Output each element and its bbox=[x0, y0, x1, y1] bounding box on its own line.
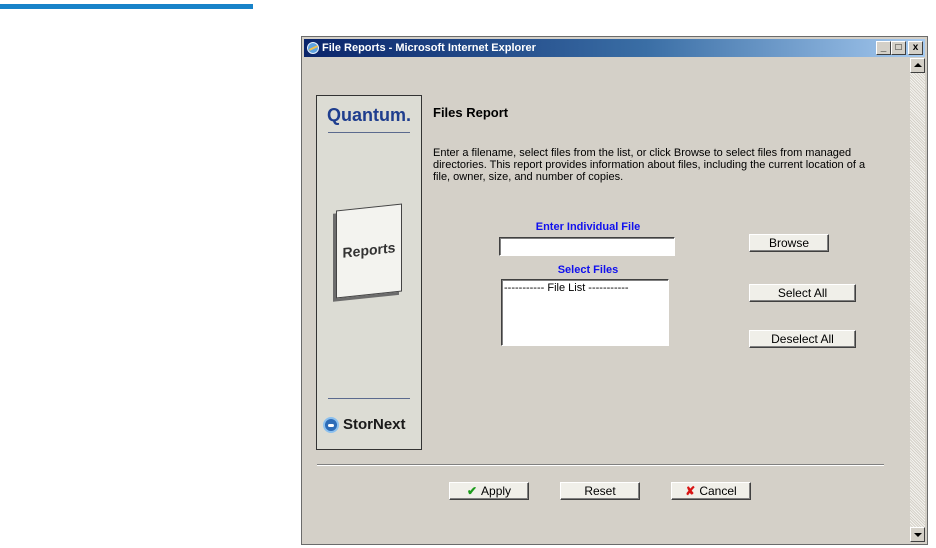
quantum-logo: Quantum. bbox=[327, 105, 411, 125]
select-all-button[interactable]: Select All bbox=[749, 284, 856, 302]
stornext-globe-icon bbox=[323, 416, 339, 433]
window-controls: _ □ x bbox=[876, 41, 923, 55]
stornext-logo: StorNext bbox=[323, 416, 406, 433]
brand-divider-top bbox=[328, 132, 410, 133]
brand-panel: Quantum. Reports StorNext bbox=[316, 95, 422, 450]
stornext-logo-text: StorNext bbox=[343, 416, 406, 433]
select-files-label: Select Files bbox=[557, 264, 619, 276]
internet-explorer-icon bbox=[307, 42, 319, 54]
check-icon: ✔ bbox=[466, 484, 478, 498]
brand-divider-bottom bbox=[328, 398, 410, 399]
close-button[interactable]: x bbox=[908, 41, 923, 55]
report-description: Enter a filename, select files from the … bbox=[433, 147, 866, 183]
reset-button[interactable]: Reset bbox=[560, 482, 640, 500]
window-title: File Reports - Microsoft Internet Explor… bbox=[322, 42, 536, 54]
deselect-all-button[interactable]: Deselect All bbox=[749, 330, 856, 348]
individual-file-input[interactable] bbox=[499, 237, 675, 256]
window-titlebar[interactable]: File Reports - Microsoft Internet Explor… bbox=[304, 39, 925, 57]
maximize-button[interactable]: □ bbox=[891, 41, 906, 55]
cancel-x-icon: ✘ bbox=[685, 484, 696, 498]
file-list-box[interactable]: ----------- File List ----------- bbox=[501, 279, 669, 346]
document-header-rule bbox=[0, 4, 253, 9]
divider bbox=[317, 464, 884, 466]
browser-window: File Reports - Microsoft Internet Explor… bbox=[301, 36, 928, 545]
page-title: Files Report bbox=[433, 105, 509, 120]
apply-label: Apply bbox=[481, 484, 512, 498]
individual-file-label: Enter Individual File bbox=[535, 221, 641, 233]
browse-button[interactable]: Browse bbox=[749, 234, 829, 252]
cancel-button[interactable]: ✘ Cancel bbox=[671, 482, 751, 500]
reports-book-label: Reports bbox=[342, 239, 396, 261]
cancel-label: Cancel bbox=[699, 484, 737, 498]
minimize-button[interactable]: _ bbox=[876, 41, 891, 55]
apply-button[interactable]: ✔ Apply bbox=[449, 482, 529, 500]
scroll-down-arrow-icon[interactable] bbox=[910, 527, 925, 542]
vertical-scrollbar[interactable] bbox=[910, 58, 925, 542]
scroll-up-arrow-icon[interactable] bbox=[910, 58, 925, 73]
reports-book-icon: Reports bbox=[336, 203, 402, 299]
list-item[interactable]: ----------- File List ----------- bbox=[504, 282, 666, 294]
